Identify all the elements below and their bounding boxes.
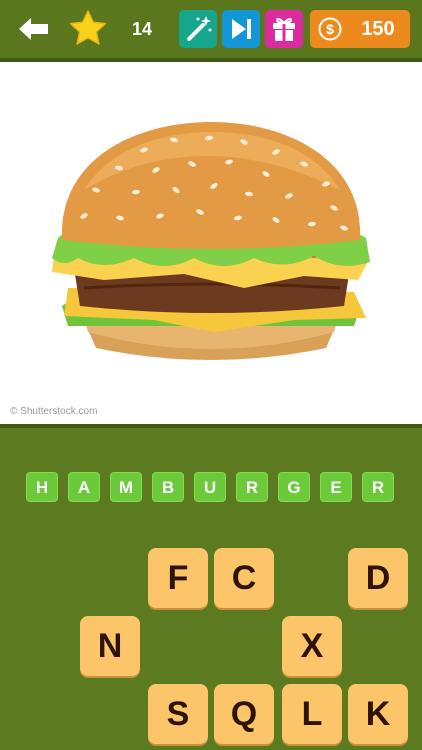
- svg-text:$: $: [326, 21, 334, 37]
- answer-slot[interactable]: M: [110, 472, 142, 502]
- dollar-coin-icon: $: [318, 17, 342, 41]
- letter-tile[interactable]: K: [348, 684, 408, 744]
- gift-icon: [273, 18, 295, 41]
- magic-wand-button[interactable]: [179, 10, 217, 48]
- letter-tile[interactable]: N: [80, 616, 140, 676]
- star-icon: [68, 9, 108, 49]
- level-number: 14: [131, 19, 153, 39]
- letter-tile[interactable]: Q: [214, 684, 274, 744]
- letter-tile[interactable]: X: [282, 616, 342, 676]
- skip-icon: [232, 19, 251, 39]
- answer-slot[interactable]: H: [26, 472, 58, 502]
- letter-tile[interactable]: S: [148, 684, 208, 744]
- answer-slot[interactable]: G: [278, 472, 310, 502]
- skip-button[interactable]: [222, 10, 260, 48]
- letter-tile[interactable]: C: [214, 548, 274, 608]
- coin-count: 150: [361, 18, 395, 40]
- back-arrow-icon[interactable]: [16, 14, 52, 44]
- magic-wand-icon: [187, 16, 212, 41]
- gift-button[interactable]: [265, 10, 303, 48]
- puzzle-image-panel: © Shutterstock.com: [0, 62, 422, 424]
- letter-tile[interactable]: L: [282, 684, 342, 744]
- letter-tile[interactable]: D: [348, 548, 408, 608]
- image-panel-divider: [0, 424, 422, 428]
- letter-tile[interactable]: F: [148, 548, 208, 608]
- answer-slot[interactable]: B: [152, 472, 184, 502]
- hamburger-image: [52, 122, 370, 360]
- answer-slot[interactable]: U: [194, 472, 226, 502]
- answer-slot[interactable]: R: [362, 472, 394, 502]
- image-credit: © Shutterstock.com: [10, 406, 98, 417]
- coins-button[interactable]: $ 150: [310, 10, 410, 48]
- answer-slot[interactable]: R: [236, 472, 268, 502]
- answer-slot[interactable]: E: [320, 472, 352, 502]
- answer-slot[interactable]: A: [68, 472, 100, 502]
